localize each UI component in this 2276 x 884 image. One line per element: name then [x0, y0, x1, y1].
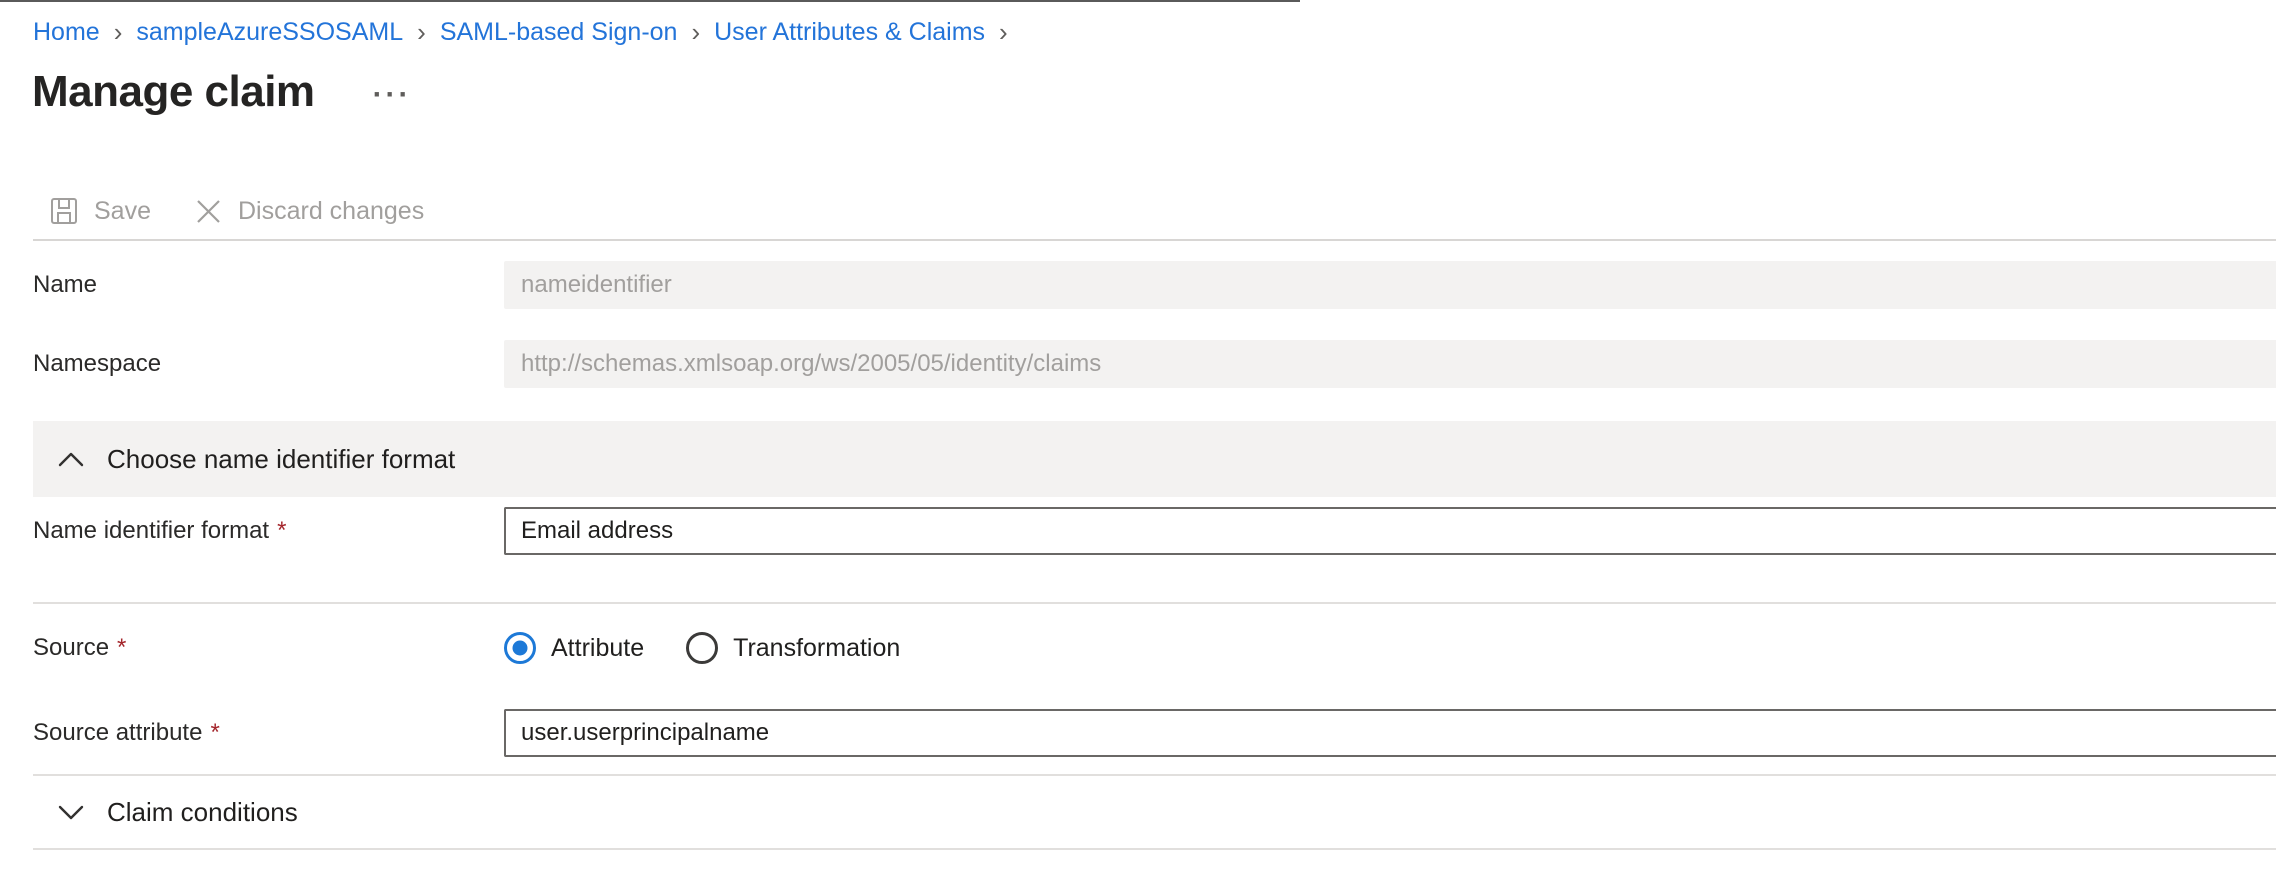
title-row: Manage claim ··· — [0, 63, 2276, 121]
name-row: Name nameidentifier — [0, 261, 2276, 309]
breadcrumb-app[interactable]: sampleAzureSSOSAML — [136, 18, 403, 47]
discard-changes-button[interactable]: Discard changes — [195, 197, 424, 226]
name-identifier-format-select[interactable]: Email address — [504, 507, 2276, 555]
source-option-transformation[interactable]: Transformation — [686, 632, 900, 664]
section-divider — [33, 602, 2276, 604]
radio-unselected-icon[interactable] — [686, 632, 718, 664]
chevron-down-icon — [57, 804, 85, 821]
discard-x-icon — [195, 198, 222, 225]
save-button-label: Save — [94, 197, 151, 226]
radio-selected-icon[interactable] — [504, 632, 536, 664]
claim-conditions-section[interactable]: Claim conditions — [33, 776, 2276, 848]
radio-label: Attribute — [551, 634, 644, 663]
source-label: Source* — [33, 634, 504, 662]
namespace-input: http://schemas.xmlsoap.org/ws/2005/05/id… — [504, 340, 2276, 388]
source-radio-group: Attribute Transformation — [504, 632, 2276, 664]
page-title: Manage claim — [32, 67, 315, 117]
breadcrumb-home[interactable]: Home — [33, 18, 100, 47]
breadcrumb-user-attributes-claims[interactable]: User Attributes & Claims — [714, 18, 985, 47]
required-asterisk: * — [277, 517, 286, 544]
discard-button-label: Discard changes — [238, 197, 424, 226]
breadcrumb-separator-icon: › — [691, 20, 700, 45]
required-asterisk: * — [210, 719, 219, 746]
section-divider — [33, 848, 2276, 850]
namespace-row: Namespace http://schemas.xmlsoap.org/ws/… — [0, 340, 2276, 388]
name-identifier-format-label: Name identifier format* — [33, 517, 504, 545]
save-button[interactable]: Save — [50, 197, 151, 226]
source-row: Source* Attribute Transformation — [0, 632, 2276, 664]
name-identifier-format-row: Name identifier format* Email address — [0, 507, 2276, 555]
section-label: Claim conditions — [107, 797, 298, 828]
source-attribute-label: Source attribute* — [33, 719, 504, 747]
name-label: Name — [33, 271, 504, 299]
source-attribute-select[interactable]: user.userprincipalname — [504, 709, 2276, 757]
breadcrumb-separator-icon: › — [114, 20, 123, 45]
breadcrumb-separator-icon: › — [417, 20, 426, 45]
more-options-icon[interactable]: ··· — [373, 84, 412, 100]
section-label: Choose name identifier format — [107, 444, 455, 475]
breadcrumb: Home › sampleAzureSSOSAML › SAML-based S… — [0, 0, 2276, 47]
window-edge-strip — [0, 0, 1300, 2]
chevron-up-icon — [57, 451, 85, 468]
source-option-attribute[interactable]: Attribute — [504, 632, 644, 664]
namespace-label: Namespace — [33, 350, 504, 378]
save-icon — [50, 197, 78, 225]
radio-label: Transformation — [733, 634, 900, 663]
name-input: nameidentifier — [504, 261, 2276, 309]
breadcrumb-separator-icon: › — [999, 20, 1008, 45]
choose-name-identifier-format-section[interactable]: Choose name identifier format — [33, 421, 2276, 497]
breadcrumb-saml-signon[interactable]: SAML-based Sign-on — [440, 18, 678, 47]
required-asterisk: * — [117, 634, 126, 661]
command-bar: Save Discard changes — [0, 183, 2276, 239]
manage-claim-page: Home › sampleAzureSSOSAML › SAML-based S… — [0, 0, 2276, 884]
toolbar-divider — [33, 239, 2276, 241]
source-attribute-row: Source attribute* user.userprincipalname — [0, 709, 2276, 757]
